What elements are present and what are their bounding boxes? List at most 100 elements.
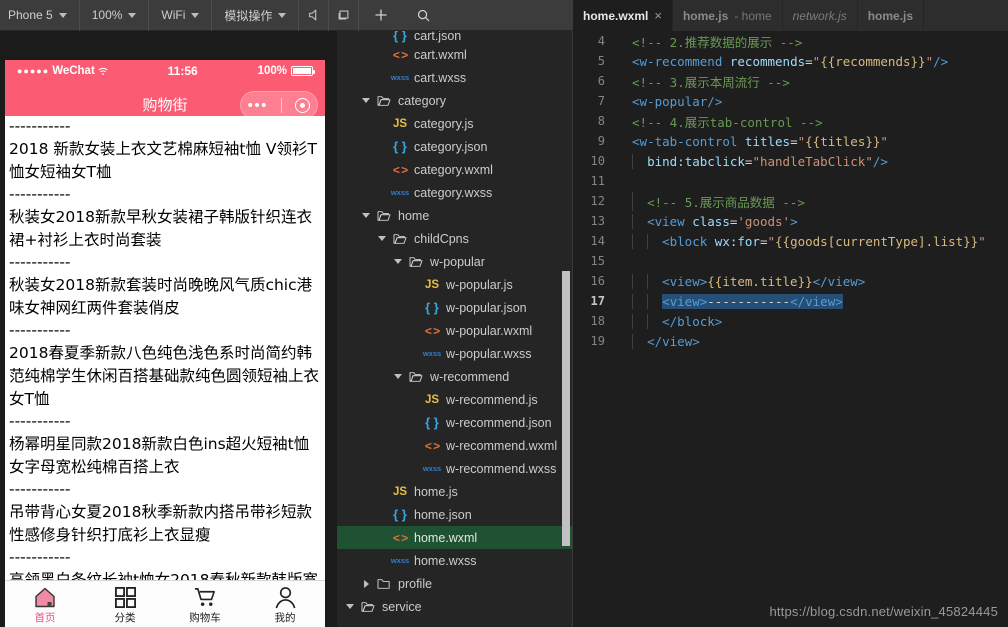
tree-file-home.wxml[interactable]: < > home.wxml — [337, 526, 572, 549]
code-text: <view class='goods'> — [617, 213, 798, 229]
tree-file-category.js[interactable]: JS category.js — [337, 112, 572, 135]
multi-screen-button[interactable] — [329, 0, 360, 31]
tree-folder-profile[interactable]: profile — [337, 572, 572, 595]
tree-item-label: cart.wxml — [414, 47, 467, 62]
editor-tab-home-js-1[interactable]: home.js - home — [673, 0, 783, 31]
chevron-down-icon[interactable] — [375, 236, 389, 241]
tree-file-w-recommend.js[interactable]: JS w-recommend.js — [337, 388, 572, 411]
close-icon[interactable]: × — [654, 9, 662, 22]
goods-divider: ----------- — [9, 321, 71, 339]
indent-guide — [647, 293, 649, 309]
tree-folder-service[interactable]: service — [337, 595, 572, 618]
code-text: </block> — [617, 313, 722, 329]
tree-folder-category[interactable]: category — [337, 89, 572, 112]
tabbar-label-category: 分类 — [114, 612, 136, 624]
code-text: <!-- 3.展示本周流行 --> — [617, 72, 790, 91]
device-selector[interactable]: Phone 5 — [0, 0, 80, 31]
line-number: 18 — [590, 314, 605, 328]
line-number: 17 — [590, 294, 605, 308]
phone-screen[interactable]: ●●●●● WeChat 11:56 100% 购物街 ••• --------… — [5, 60, 325, 627]
editor-tab-label: network.js — [792, 8, 847, 23]
person-icon — [274, 583, 297, 609]
tree-item-label: w-recommend.js — [446, 392, 538, 407]
tree-file-w-recommend.wxss[interactable]: wxss w-recommend.wxss — [337, 457, 572, 480]
goods-list[interactable]: ----------- 2018 新款女装上衣文艺棉麻短袖t恤 V领衫T恤女短袖女… — [5, 116, 325, 580]
indent-guide — [632, 213, 634, 229]
tree-file-category.json[interactable]: { } category.json — [337, 135, 572, 158]
tree-item-label: home.wxml — [414, 530, 478, 545]
tree-file-cart.wxml[interactable]: < > cart.wxml — [337, 43, 572, 66]
tree-file-cart.json[interactable]: { } cart.json — [337, 31, 572, 43]
add-button[interactable] — [359, 0, 403, 31]
goods-item[interactable]: 秋装女2018新款套装时尚晚晚风气质chic港味女神网红两件套装俏皮 ------… — [7, 273, 323, 341]
wechat-capsule-button[interactable]: ••• — [240, 91, 318, 119]
editor-tab-home-js-3[interactable]: home.js — [858, 0, 925, 31]
tree-file-w-recommend.json[interactable]: { } w-recommend.json — [337, 411, 572, 434]
tree-file-w-popular.wxml[interactable]: < > w-popular.wxml — [337, 319, 572, 342]
goods-divider: ----------- — [9, 253, 71, 271]
editor-tab-network-js-2[interactable]: network.js — [783, 0, 858, 31]
tree-file-cart.wxss[interactable]: wxss cart.wxss — [337, 66, 572, 89]
folder-icon — [405, 371, 427, 383]
tree-file-category.wxss[interactable]: wxss category.wxss — [337, 181, 572, 204]
code-area[interactable]: 4 <!-- 2.推荐数据的展示 --> 5 <w-recommend recomme… — [573, 31, 1008, 627]
file-tree-scrollbar[interactable] — [562, 271, 570, 546]
tree-item-label: childCpns — [414, 231, 469, 246]
phone-tab-bar: 首页 分类 购物车 我的 — [5, 580, 325, 627]
network-selector[interactable]: WiFi — [149, 0, 213, 31]
tree-folder-w-popular[interactable]: w-popular — [337, 250, 572, 273]
tree-item-label: cart.json — [414, 31, 462, 43]
goods-item[interactable]: 杨幂明星同款2018新款白色ins超火短袖t恤女字母宽松纯棉百搭上衣 ------… — [7, 432, 323, 500]
volume-button[interactable] — [299, 0, 330, 31]
tree-file-w-popular.wxss[interactable]: wxss w-popular.wxss — [337, 342, 572, 365]
chevron-down-icon[interactable] — [391, 374, 405, 379]
file-tree-panel[interactable]: { } cart.json < > cart.wxml wxss cart.wxss cat… — [337, 31, 573, 627]
chevron-down-icon[interactable] — [343, 604, 357, 609]
chevron-down-icon[interactable] — [359, 98, 373, 103]
tree-file-w-recommend.wxml[interactable]: < > w-recommend.wxml — [337, 434, 572, 457]
simulate-action-selector[interactable]: 模拟操作 — [212, 0, 300, 31]
tree-item-label: w-recommend.json — [446, 415, 552, 430]
tabbar-item-profile[interactable]: 我的 — [245, 583, 325, 625]
tabbar-item-category[interactable]: 分类 — [85, 583, 165, 625]
js-file-icon: JS — [424, 393, 440, 406]
tree-folder-childCpns[interactable]: childCpns — [337, 227, 572, 250]
chevron-down-icon[interactable] — [359, 213, 373, 218]
code-line: 7 <w-popular/> — [573, 91, 1008, 111]
chevron-right-icon[interactable] — [359, 579, 373, 588]
chevron-down-icon[interactable] — [391, 259, 405, 264]
goods-item[interactable]: 2018 新款女装上衣文艺棉麻短袖t恤 V领衫T恤女短袖女T桖 ---------… — [7, 137, 323, 205]
goods-item[interactable]: 吊带背心女夏2018秋季新款内搭吊带衫短款性感修身针织打底衫上衣显瘦 ------… — [7, 500, 323, 568]
tabbar-item-home[interactable]: 首页 — [5, 583, 85, 625]
code-token-tag: /> — [872, 153, 888, 169]
tree-file-home.wxss[interactable]: wxss home.wxss — [337, 549, 572, 572]
tree-file-category.wxml[interactable]: < > category.wxml — [337, 158, 572, 181]
tree-item-label: profile — [398, 576, 433, 591]
goods-title: 吊带背心女夏2018秋季新款内搭吊带衫短款性感修身针织打底衫上衣显瘦 — [9, 503, 312, 544]
tree-file-home.js[interactable]: JS home.js — [337, 480, 572, 503]
goods-item[interactable]: 秋装女2018新款早秋女装裙子韩版针织连衣裙+衬衫上衣时尚套装 ---------… — [7, 205, 323, 273]
search-button[interactable] — [403, 0, 443, 31]
tree-file-w-popular.js[interactable]: JS w-popular.js — [337, 273, 572, 296]
tree-item-label: w-popular.json — [446, 300, 527, 315]
goods-title: 秋装女2018新款套装时尚晚晚风气质chic港味女神网红两件套装俏皮 — [9, 276, 313, 317]
json-file-icon: { } — [393, 31, 407, 43]
tree-item-label: w-popular.js — [446, 277, 513, 292]
goods-item[interactable]: 2018春夏季新款八色纯色浅色系时尚简约韩范纯棉学生休闲百搭基础款纯色圆领短袖上… — [7, 341, 323, 432]
tree-file-w-popular.json[interactable]: { } w-popular.json — [337, 296, 572, 319]
tabbar-item-cart[interactable]: 购物车 — [165, 583, 245, 625]
code-line: 6 <!-- 3.展示本周流行 --> — [573, 71, 1008, 91]
zoom-selector[interactable]: 100% — [80, 0, 150, 31]
editor-tab-home-wxml-0[interactable]: home.wxml × — [573, 0, 673, 31]
goods-item[interactable]: 高领黑白条纹长袖t恤女2018春秋新款韩版宽松百搭学生内搭打底衫--------… — [7, 568, 323, 580]
tree-item-label: w-recommend.wxss — [446, 461, 557, 476]
cart-icon — [193, 583, 218, 609]
tree-folder-w-recommend[interactable]: w-recommend — [337, 365, 572, 388]
search-icon — [417, 9, 430, 22]
json-file-icon: { } — [393, 139, 407, 154]
tree-item-label: w-popular — [430, 254, 485, 269]
goods-divider: ----------- — [9, 480, 71, 498]
code-token-str: " — [978, 233, 986, 249]
tree-file-home.json[interactable]: { } home.json — [337, 503, 572, 526]
tree-folder-home[interactable]: home — [337, 204, 572, 227]
